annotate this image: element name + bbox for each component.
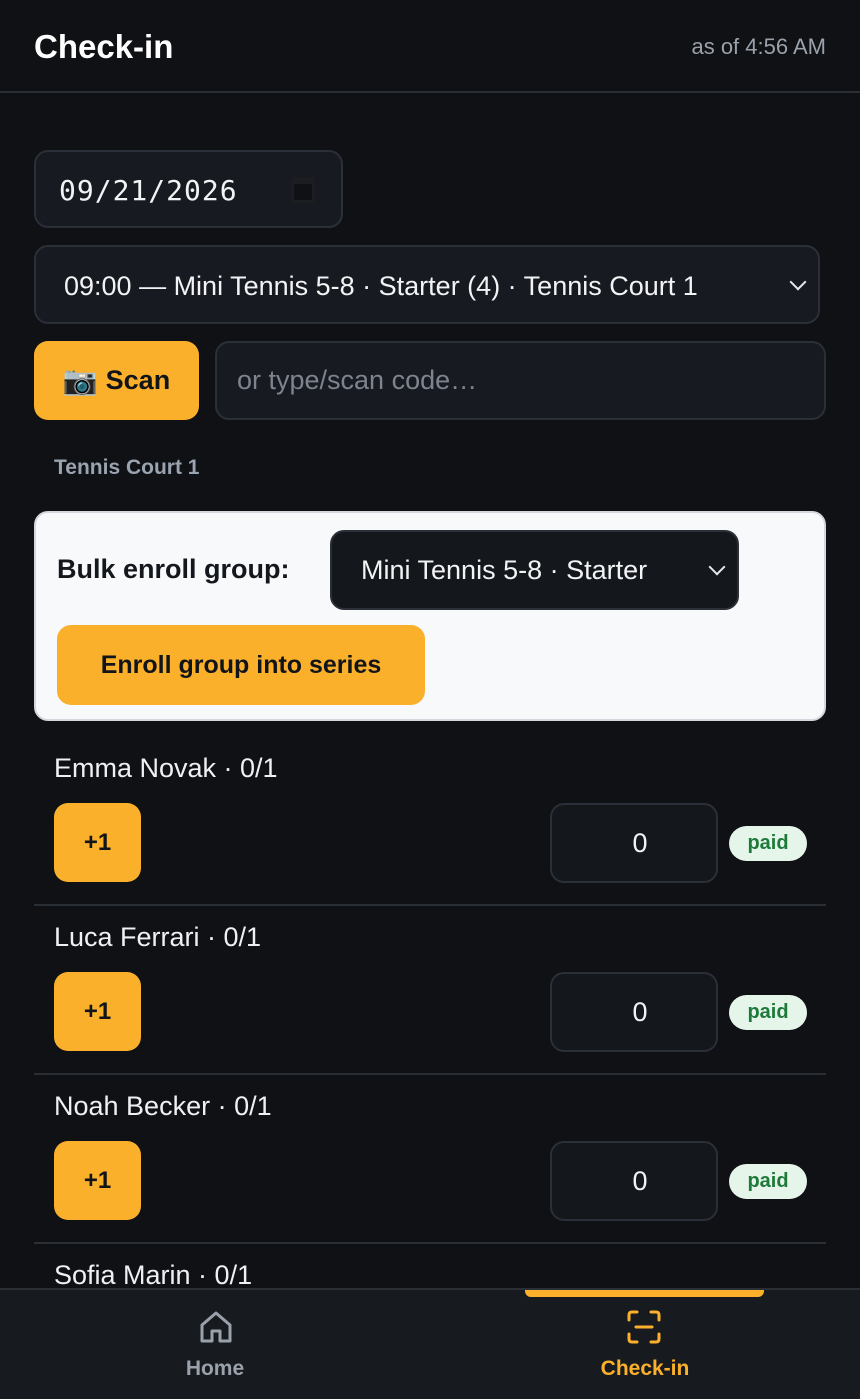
checkin-count-input[interactable] — [550, 972, 718, 1052]
participant-name: Sofia Marin · 0/1 — [54, 1260, 253, 1290]
group-select[interactable]: Mini Tennis 5-8 · Starter — [330, 530, 739, 610]
last-updated-time: as of 4:56 AM — [691, 34, 826, 59]
checkin-count-input[interactable] — [550, 803, 718, 883]
plus-one-button[interactable]: +1 — [54, 972, 141, 1051]
nav-item-checkin[interactable]: Check-in — [430, 1290, 860, 1399]
scan-icon — [627, 1310, 661, 1344]
plus-one-button[interactable]: +1 — [54, 1141, 141, 1220]
nav-label-home: Home — [185, 1357, 245, 1380]
calendar-icon[interactable] — [291, 177, 315, 203]
plus-one-button[interactable]: +1 — [54, 803, 141, 882]
checkin-count-input[interactable] — [550, 1141, 718, 1221]
top-bar: Check-in as of 4:56 AM — [0, 0, 860, 93]
camera-icon: 📷 — [62, 365, 98, 396]
date-value: 09/21/2026 — [59, 174, 238, 207]
bottom-nav: Home Check-in — [0, 1288, 860, 1399]
scan-button[interactable]: 📷 Scan — [34, 341, 199, 420]
bulk-enroll-label: Bulk enroll group: — [57, 554, 290, 584]
scan-button-label: Scan — [105, 365, 171, 395]
chevron-down-icon — [708, 558, 726, 576]
participant-row: Emma Novak · 0/1 +1 paid — [34, 737, 826, 906]
session-select[interactable]: 09:00 — Mini Tennis 5-8 · Starter (4) · … — [34, 245, 820, 324]
bulk-enroll-card: Bulk enroll group: Mini Tennis 5-8 · Sta… — [34, 511, 826, 721]
home-icon — [200, 1311, 232, 1343]
group-selected-value: Mini Tennis 5-8 · Starter — [361, 555, 648, 585]
enroll-group-button[interactable]: Enroll group into series — [57, 625, 425, 705]
chevron-down-icon — [789, 273, 807, 291]
participant-row: Noah Becker · 0/1 +1 paid — [34, 1075, 826, 1244]
participant-name: Luca Ferrari · 0/1 — [54, 922, 262, 952]
participant-name: Noah Becker · 0/1 — [54, 1091, 272, 1121]
nav-label-checkin: Check-in — [600, 1357, 690, 1380]
participant-row: Luca Ferrari · 0/1 +1 paid — [34, 906, 826, 1075]
participant-name: Emma Novak · 0/1 — [54, 753, 278, 783]
code-input[interactable] — [215, 341, 826, 420]
nav-item-home[interactable]: Home — [0, 1290, 430, 1399]
court-heading: Tennis Court 1 — [54, 456, 200, 479]
paid-status-badge: paid — [729, 1164, 807, 1199]
page-title: Check-in — [34, 28, 174, 65]
date-picker[interactable]: 09/21/2026 — [34, 150, 343, 228]
session-selected-value: 09:00 — Mini Tennis 5-8 · Starter (4) · … — [64, 271, 698, 301]
paid-status-badge: paid — [729, 995, 807, 1030]
paid-status-badge: paid — [729, 826, 807, 861]
active-tab-indicator — [525, 1290, 764, 1297]
